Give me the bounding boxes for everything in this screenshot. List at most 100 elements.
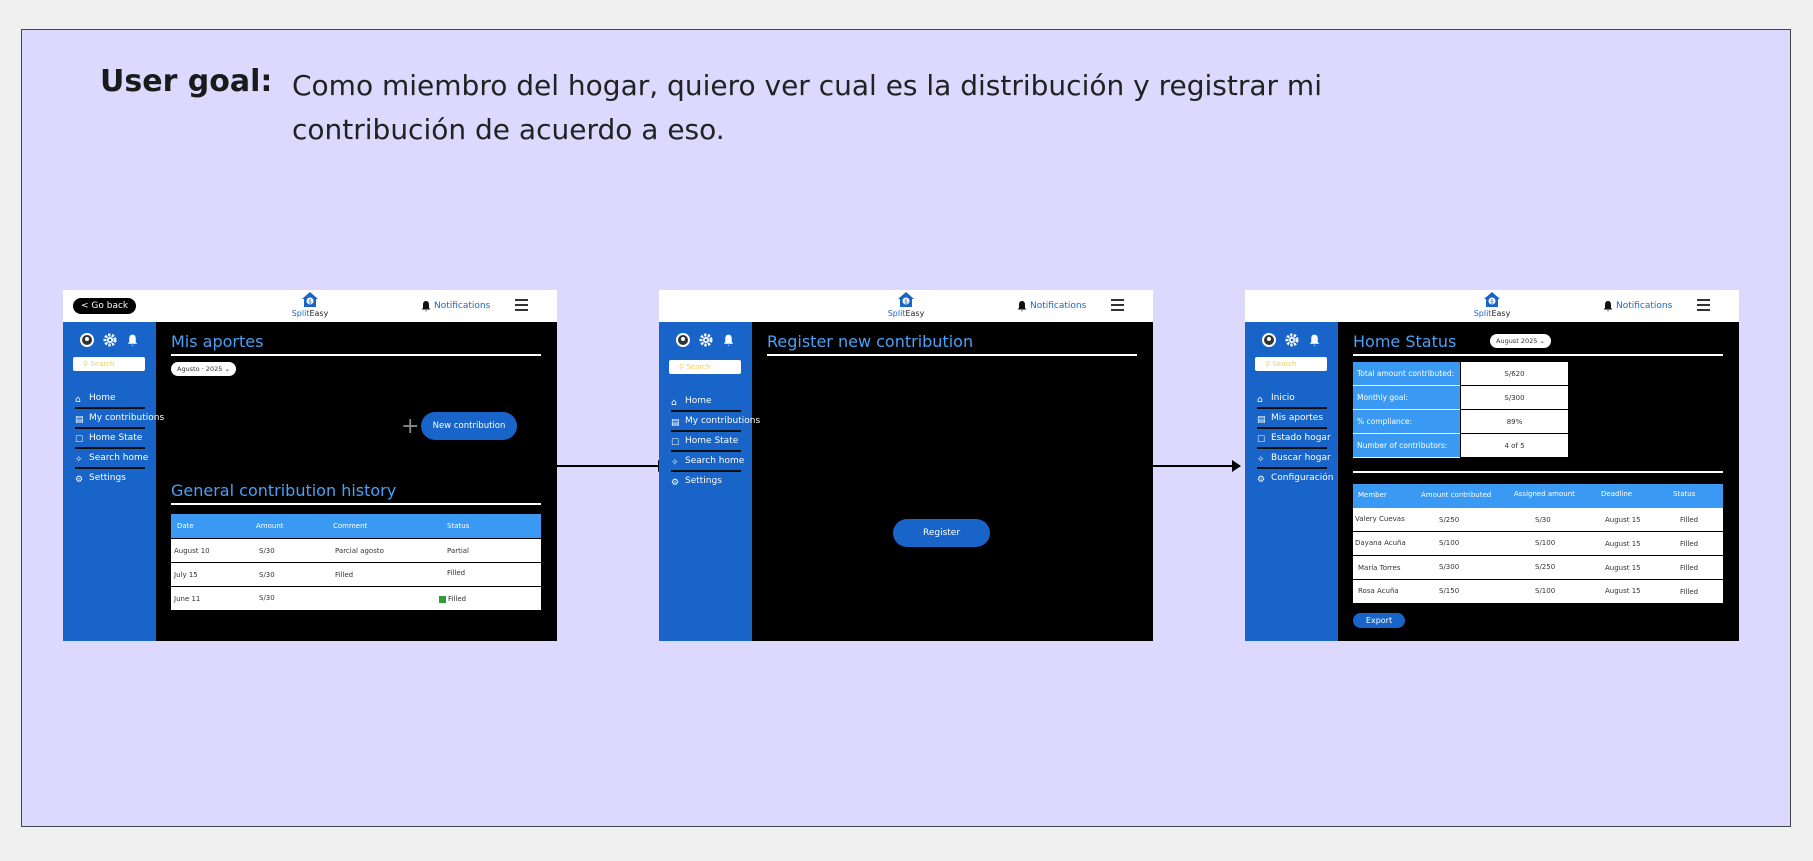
sidebar-item-settings[interactable]: ⚙ Settings [75,470,155,490]
table-cell: S/100 [1535,539,1556,547]
flow-arrow-2 [1153,460,1241,472]
check-icon [439,595,446,603]
table-cell: August 10 [174,547,210,555]
month-selector[interactable]: Agusto · 2025 ⌄ [171,362,236,376]
notifications-label: Notifications [434,301,491,311]
notifications-link[interactable]: Notifications [420,298,490,314]
nav-label: Estado hogar [1271,433,1331,443]
avatar-icon[interactable] [1261,332,1277,348]
table-cell: S/250 [1439,516,1460,524]
sidebar-icons [675,332,737,348]
table-cell: S/250 [1535,563,1556,571]
status-text: Filled [448,595,467,603]
splitEasy-logo: $ SplitEasy [280,291,340,318]
gear-icon[interactable] [1285,332,1301,348]
table-cell: Filled [1680,564,1699,572]
sidebar-item-mis-aportes[interactable]: ▤ Mis aportes [1257,410,1337,430]
table-header-cell: Amount [256,522,284,530]
register-button[interactable]: Register [893,519,990,547]
notifications-link[interactable]: Notifications [1016,298,1086,314]
summary-value: S/620 [1461,362,1568,386]
nav-label: Home State [89,433,143,443]
search-input[interactable]: ⚲ Search [73,357,145,371]
table-row: June 11 S/30 Filled [171,587,541,611]
notifications-link[interactable]: Notifications [1602,298,1672,314]
search-placeholder: Search [686,363,711,371]
search-input[interactable]: ⚲ Search [1255,357,1327,371]
sidebar-item-home[interactable]: ⌂ Home [671,393,751,413]
bell-icon[interactable] [1308,332,1324,348]
summary-label: Total amount contributed: [1353,362,1460,386]
sidebar-item-home-state[interactable]: ☐ Home State [671,433,751,453]
sidebar-item-buscar-hogar[interactable]: ✧ Buscar hogar [1257,450,1337,470]
clipboard-icon: ☐ [671,437,680,448]
gear-icon[interactable] [103,332,119,348]
svg-text:$: $ [1490,299,1494,306]
plus-icon[interactable]: + [401,416,419,438]
screen-my-contributions: < Go back $ SplitEasy Notifications ⚲ Se… [63,290,557,641]
splitEasy-logo: $ SplitEasy [1462,291,1522,318]
avatar-icon[interactable] [79,332,95,348]
user-goal-text: Como miembro del hogar, quiero ver cual … [292,69,1322,146]
sidebar-item-inicio[interactable]: ⌂ Inicio [1257,390,1337,410]
table-cell: S/100 [1439,539,1460,547]
new-contribution-button[interactable]: New contribution [421,412,517,440]
sidebar: ⚲ Search ⌂ Home ▤ My contributions ☐ Home S… [659,322,760,641]
avatar-icon[interactable] [675,332,691,348]
sidebar-item-estado-hogar[interactable]: ☐ Estado hogar [1257,430,1337,450]
hamburger-menu-icon[interactable] [515,299,528,314]
sidebar-item-my-contributions[interactable]: ▤ My contributions [671,413,760,433]
home-icon: ⌂ [75,394,81,405]
table-header-cell: Member [1358,491,1387,499]
nav-label: Home State [685,436,739,446]
screen-register-contribution: $ SplitEasy Notifications ⚲ Search ⌂ Home… [659,290,1153,641]
table-cell: Dayana Acuña [1355,539,1406,547]
top-bar: $ SplitEasy Notifications [1245,290,1739,322]
table-header-cell: Deadline [1601,490,1633,498]
settings-icon: ⚙ [671,477,680,488]
hamburger-menu-icon[interactable] [1697,299,1710,314]
sidebar-item-settings[interactable]: ⚙ Settings [671,473,751,493]
page-title: Home Status [1353,332,1457,351]
search-input[interactable]: ⚲ Search [669,360,741,374]
table-cell: Rosa Acuña [1358,587,1399,595]
gear-icon[interactable] [699,332,715,348]
table-header: Date Amount Comment Status [171,514,541,538]
export-button[interactable]: Export [1353,613,1405,628]
top-bar: $ SplitEasy Notifications [659,290,1153,322]
logo-text-b: Easy [905,309,925,318]
sidebar-item-home-state[interactable]: ☐ Home State [75,430,155,450]
summary-value: S/300 [1461,386,1568,410]
nav-label: My contributions [685,416,761,426]
sidebar-item-search-home[interactable]: ✧ Search home [671,453,751,473]
sidebar-item-home[interactable]: ⌂ Home [75,390,155,410]
nav-label: Search home [685,456,745,466]
nav-label: Mis aportes [1271,413,1324,423]
summary-value: 89% [1461,410,1568,434]
table-cell: S/30 [1535,516,1551,524]
screen-home-status: $ SplitEasy Notifications ⚲ Search ⌂ Inic… [1245,290,1739,641]
sidebar-item-configuracion[interactable]: ⚙ Configuración [1257,470,1337,490]
chevron-down-icon: ⌄ [1539,337,1545,345]
sidebar-item-search-home[interactable]: ✧ Search home [75,450,155,470]
table-cell: August 15 [1605,587,1641,595]
sidebar-icons [1261,332,1323,348]
bell-icon[interactable] [722,332,738,348]
nav-label: Buscar hogar [1271,453,1331,463]
section-divider [1353,471,1723,473]
bell-icon [1017,300,1027,311]
document-icon: ▤ [75,414,84,425]
hamburger-menu-icon[interactable] [1111,299,1124,314]
nav-label: Inicio [1271,393,1295,403]
sidebar-item-my-contributions[interactable]: ▤ My contributions [75,410,164,430]
logo-text-a: Split [291,309,310,318]
month-selector-value: Agusto · 2025 [177,365,223,373]
bell-icon[interactable] [126,332,142,348]
table-row: Valery Cuevas S/250 S/30 August 15 Fille… [1353,508,1723,532]
table-cell: Partial [447,547,469,555]
compass-icon: ✧ [75,454,83,465]
sidebar-nav: ⌂ Home ▤ My contributions ☐ Home State ✧ Sea… [671,393,760,493]
go-back-button[interactable]: < Go back [73,298,137,314]
summary-label: Monthly goal: [1353,386,1460,410]
month-selector[interactable]: August 2025 ⌄ [1490,334,1551,348]
